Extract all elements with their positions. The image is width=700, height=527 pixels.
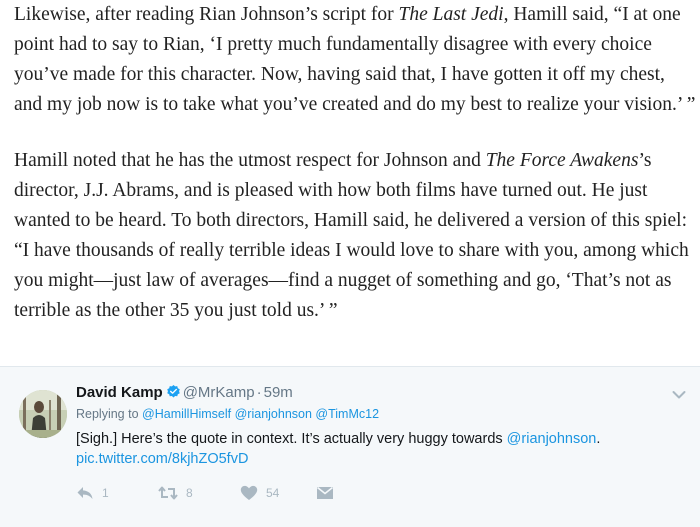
film-title: The Force Awakens xyxy=(485,150,639,171)
paragraph-text: Likewise, after reading Rian Johnson’s s… xyxy=(14,4,399,25)
media-link[interactable]: pic.twitter.com/8kjhZO5fvD xyxy=(76,451,248,467)
avatar[interactable] xyxy=(19,390,67,438)
paragraph-text: ’s director, J.J. Abrams, and is pleased… xyxy=(14,150,689,321)
article-body: Likewise, after reading Rian Johnson’s s… xyxy=(14,0,696,326)
replying-to-label: Replying to xyxy=(76,407,139,421)
article-paragraph: Likewise, after reading Rian Johnson’s s… xyxy=(14,0,696,120)
tweet-text: [Sigh.] Here’s the quote in context. It’… xyxy=(76,429,676,469)
chevron-down-icon[interactable] xyxy=(672,387,686,405)
separator-dot: · xyxy=(256,384,262,401)
user-handle[interactable]: @MrKamp xyxy=(183,384,255,401)
film-title: The Last Jedi xyxy=(398,4,504,25)
like-count: 54 xyxy=(266,486,280,500)
mention-link[interactable]: @TimMc12 xyxy=(315,407,379,421)
reply-button[interactable]: 1 xyxy=(76,485,109,501)
tweet-text-body: [Sigh.] Here’s the quote in context. It’… xyxy=(76,431,507,447)
replying-to-line: Replying to @HamillHimself @rianjohnson … xyxy=(76,407,379,421)
retweet-count: 8 xyxy=(186,486,193,500)
like-button[interactable]: 54 xyxy=(240,485,279,501)
embedded-tweet[interactable]: David Kamp @MrKamp · 59m Replying to @Hamil… xyxy=(0,366,700,527)
tweet-timestamp[interactable]: 59m xyxy=(264,384,293,401)
mention-link[interactable]: @HamillHimself xyxy=(142,407,231,421)
mention-link[interactable]: @rianjohnson xyxy=(235,407,312,421)
retweet-button[interactable]: 8 xyxy=(158,485,193,501)
paragraph-text: Hamill noted that he has the utmost resp… xyxy=(14,150,486,171)
tweet-text-body: . xyxy=(596,431,601,447)
verified-badge-icon xyxy=(166,384,181,405)
mention-link[interactable]: @rianjohnson xyxy=(507,431,597,447)
article-paragraph: Hamill noted that he has the utmost resp… xyxy=(14,146,696,326)
tweet-header: David Kamp @MrKamp · 59m xyxy=(76,383,293,405)
heart-icon xyxy=(240,485,258,501)
direct-message-button[interactable] xyxy=(316,485,334,501)
retweet-icon xyxy=(158,485,178,501)
reply-count: 1 xyxy=(102,486,109,500)
direct-message-icon xyxy=(316,485,334,501)
reply-icon xyxy=(76,485,94,501)
display-name[interactable]: David Kamp xyxy=(76,384,163,401)
